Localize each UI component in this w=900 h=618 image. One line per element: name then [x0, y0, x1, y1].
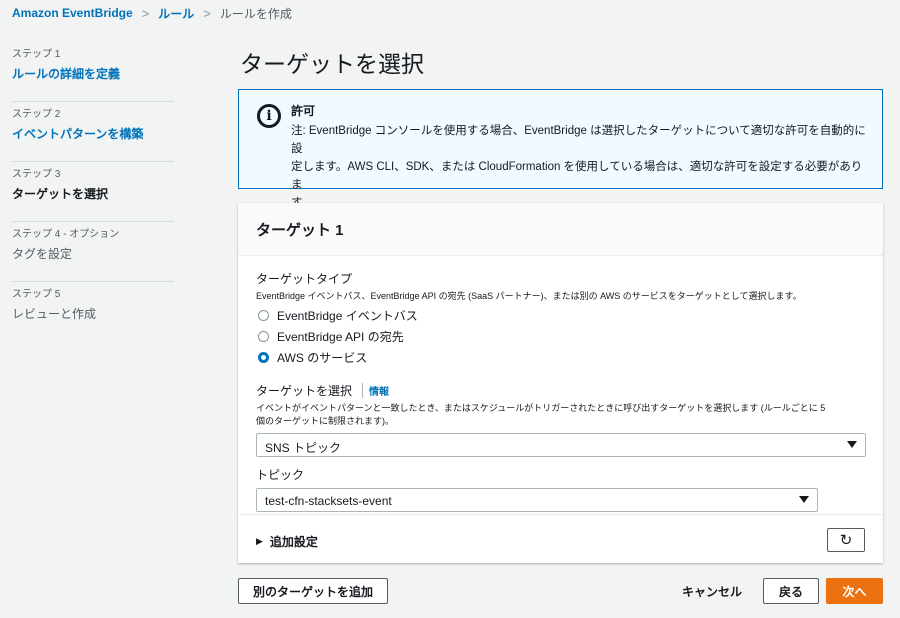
step-title-tags: タグを設定	[12, 247, 73, 261]
radio-checked-icon[interactable]	[258, 351, 269, 363]
step-link-build-pattern[interactable]: イベントパターンを構築	[12, 125, 174, 142]
additional-settings-label: 追加設定	[269, 535, 318, 549]
select-target-description-line1: イベントがイベントパターンと一致したとき、またはスケジュールがトリガーされたとき…	[256, 403, 826, 413]
radio-eventbridge-api-destination[interactable]: EventBridge API の宛先	[256, 326, 865, 346]
select-value: test-cfn-stacksets-event	[265, 494, 392, 508]
target-service-select[interactable]: SNS トピック	[256, 433, 866, 457]
step-4: ステップ 4 - オプション タグを設定	[12, 222, 174, 282]
alert-title: 許可	[291, 104, 316, 118]
caret-down-icon	[799, 496, 809, 503]
step-label: ステップ 4 - オプション	[12, 229, 120, 240]
breadcrumb-rules[interactable]: ルール	[158, 5, 194, 22]
divider	[238, 514, 883, 515]
step-link-define-rule[interactable]: ルールの詳細を定義	[12, 65, 174, 82]
alert-text-line2: 定します。AWS CLI、SDK、または CloudFormation を使用し…	[291, 161, 863, 191]
additional-settings-expander[interactable]: ▶ 追加設定	[256, 533, 318, 550]
radio-label: EventBridge API の宛先	[277, 329, 404, 344]
chevron-right-icon: >	[203, 5, 211, 21]
panel-body: ターゲットタイプ EventBridge イベントバス、EventBridge …	[238, 256, 883, 562]
radio-aws-service[interactable]: AWS のサービス	[256, 347, 865, 367]
step-label: ステップ 5	[12, 289, 61, 300]
back-button[interactable]: 戻る	[763, 578, 819, 604]
breadcrumb-eventbridge[interactable]: Amazon EventBridge	[12, 6, 133, 20]
select-value: SNS トピック	[265, 441, 342, 455]
refresh-button[interactable]: ↻	[827, 528, 865, 552]
radio-label: AWS のサービス	[277, 350, 368, 365]
refresh-icon: ↻	[839, 532, 853, 549]
topic-select[interactable]: test-cfn-stacksets-event	[256, 488, 818, 512]
target-panel: ターゲット 1 ターゲットタイプ EventBridge イベントバス、Even…	[238, 203, 883, 563]
caret-right-icon: ▶	[256, 536, 263, 546]
info-icon: i	[257, 104, 281, 128]
step-label: ステップ 3	[12, 169, 61, 180]
topic-label: トピック	[256, 468, 305, 482]
radio-label: EventBridge イベントバス	[277, 308, 418, 323]
panel-header: ターゲット 1	[238, 203, 883, 256]
step-1: ステップ 1 ルールの詳細を定義	[12, 42, 174, 102]
next-button[interactable]: 次へ	[826, 578, 883, 604]
step-label: ステップ 1	[12, 49, 61, 60]
alert-body: 許可 注: EventBridge コンソールを使用する場合、EventBrid…	[291, 102, 866, 209]
info-link[interactable]: 情報	[362, 383, 389, 398]
radio-eventbridge-bus[interactable]: EventBridge イベントバス	[256, 305, 865, 325]
step-label: ステップ 2	[12, 109, 61, 120]
wizard-steps: ステップ 1 ルールの詳細を定義 ステップ 2 イベントパターンを構築 ステップ…	[12, 42, 174, 342]
caret-down-icon	[847, 441, 857, 448]
select-target-label-row: ターゲットを選択 情報	[256, 382, 865, 399]
step-title-review: レビューと作成	[12, 307, 97, 321]
step-5: ステップ 5 レビューと作成	[12, 282, 174, 342]
step-current-select-target: ターゲットを選択	[12, 187, 109, 201]
cancel-button[interactable]: キャンセル	[672, 578, 752, 604]
breadcrumb: Amazon EventBridge > ルール > ルールを作成	[12, 5, 292, 22]
panel-title: ターゲット 1	[256, 222, 344, 239]
target-type-description: EventBridge イベントバス、EventBridge API の宛先 (…	[256, 291, 802, 301]
add-target-button[interactable]: 別のターゲットを追加	[238, 578, 388, 604]
page-title: ターゲットを選択	[240, 51, 424, 77]
target-type-label: ターゲットタイプ	[256, 272, 353, 286]
radio-unchecked-icon[interactable]	[258, 330, 269, 342]
select-target-label: ターゲットを選択	[256, 384, 353, 398]
step-3: ステップ 3 ターゲットを選択	[12, 162, 174, 222]
radio-unchecked-icon[interactable]	[258, 309, 269, 321]
alert-text-line1: 注: EventBridge コンソールを使用する場合、EventBridge …	[291, 125, 866, 155]
permission-info-alert: i 許可 注: EventBridge コンソールを使用する場合、EventBr…	[238, 89, 883, 209]
step-2: ステップ 2 イベントパターンを構築	[12, 102, 174, 162]
chevron-right-icon: >	[141, 5, 150, 21]
select-target-description-line2: 個のターゲットに制限されます)。	[256, 416, 394, 426]
breadcrumb-current: ルールを作成	[219, 6, 292, 21]
